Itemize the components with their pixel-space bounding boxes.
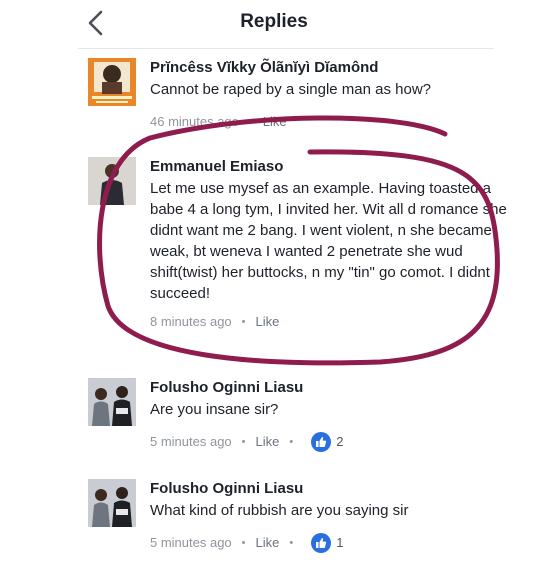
comment-text: Cannot be raped by a single man as how? [150, 81, 432, 98]
like-button[interactable]: Like [256, 314, 280, 330]
reaction-count: 2 [336, 434, 344, 449]
comment-text: Let me use mysef as an example. Having t… [150, 180, 507, 302]
timestamp: 46 minutes ago [150, 114, 239, 129]
separator-dot: • [241, 436, 246, 448]
separator-dot: • [241, 316, 246, 328]
commenter-name[interactable]: Folusho Oginni Liasu [150, 378, 520, 397]
header-divider [78, 48, 494, 49]
avatar[interactable] [88, 479, 136, 527]
avatar[interactable] [88, 378, 136, 426]
separator-dot: • [248, 116, 253, 128]
commenter-name[interactable]: Emmanuel Emiaso [150, 157, 520, 176]
separator-dot: • [241, 537, 246, 549]
reaction-summary[interactable]: 1 [311, 533, 343, 553]
separator-dot: • [289, 436, 294, 448]
comment-meta: 5 minutes ago • Like • 2 [150, 432, 520, 452]
like-button[interactable]: Like [256, 535, 280, 551]
reaction-count: 1 [336, 535, 344, 550]
separator-dot: • [289, 537, 294, 549]
reaction-summary[interactable]: 2 [311, 432, 343, 452]
like-button[interactable]: Like [263, 114, 287, 130]
header-bar: Replies [0, 0, 548, 48]
commenter-name[interactable]: Prĭncêss Vĭkky Õlãnĭyì Dĭamônd [150, 58, 520, 77]
comment-meta: 46 minutes ago • Like [150, 114, 520, 130]
timestamp: 8 minutes ago [150, 314, 232, 329]
comment-text: What kind of rubbish are you saying sir [150, 502, 409, 519]
comment-meta: 8 minutes ago • Like [150, 314, 520, 330]
timestamp: 5 minutes ago [150, 535, 232, 550]
comment-text: Are you insane sir? [150, 401, 279, 418]
avatar[interactable] [88, 157, 136, 205]
avatar[interactable] [88, 58, 136, 106]
thumbs-up-icon [311, 432, 332, 452]
thumbs-up-icon [311, 533, 332, 553]
timestamp: 5 minutes ago [150, 434, 232, 449]
commenter-name[interactable]: Folusho Oginni Liasu [150, 479, 520, 498]
comment-meta: 5 minutes ago • Like • 1 [150, 533, 520, 553]
like-button[interactable]: Like [256, 434, 280, 450]
page-title: Replies [240, 11, 308, 32]
